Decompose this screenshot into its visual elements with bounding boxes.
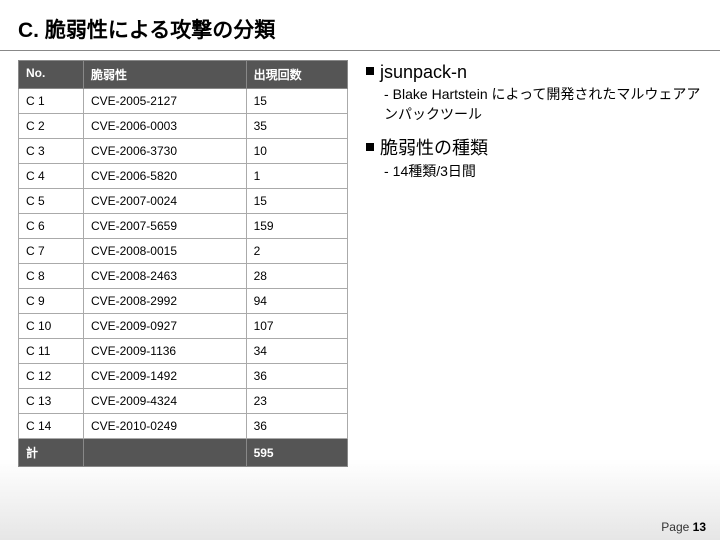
cell-count: 159 bbox=[246, 214, 347, 239]
cell-count: 94 bbox=[246, 289, 347, 314]
cell-count: 2 bbox=[246, 239, 347, 264]
vulnerability-table: No. 脆弱性 出現回数 C 1CVE-2005-212715C 2CVE-20… bbox=[18, 60, 348, 467]
dash-icon: - bbox=[384, 163, 389, 179]
cell-no: C 4 bbox=[19, 164, 84, 189]
table-row: C 5CVE-2007-002415 bbox=[19, 189, 348, 214]
cell-vuln: CVE-2009-4324 bbox=[83, 389, 246, 414]
cell-vuln: CVE-2008-2463 bbox=[83, 264, 246, 289]
bullet-square-icon bbox=[366, 67, 374, 75]
cell-count: 36 bbox=[246, 414, 347, 439]
note-jsunpack-title: jsunpack-n bbox=[366, 62, 702, 83]
page-number: Page 13 bbox=[661, 520, 706, 534]
cell-count: 10 bbox=[246, 139, 347, 164]
note-jsunpack: jsunpack-n -Blake Hartstein によって開発されたマルウ… bbox=[366, 62, 702, 124]
notes-panel: jsunpack-n -Blake Hartstein によって開発されたマルウ… bbox=[366, 60, 702, 467]
cell-no: C 11 bbox=[19, 339, 84, 364]
cell-no: C 2 bbox=[19, 114, 84, 139]
cell-no: C 1 bbox=[19, 89, 84, 114]
note-vuln-types-title: 脆弱性の種類 bbox=[366, 134, 702, 160]
cell-vuln: CVE-2010-0249 bbox=[83, 414, 246, 439]
note-vuln-types: 脆弱性の種類 -14種類/3日間 bbox=[366, 134, 702, 182]
cell-count: 1 bbox=[246, 164, 347, 189]
note-vuln-types-sub: -14種類/3日間 bbox=[384, 162, 702, 182]
cell-no: C 14 bbox=[19, 414, 84, 439]
cell-vuln: CVE-2007-0024 bbox=[83, 189, 246, 214]
cell-count: 15 bbox=[246, 89, 347, 114]
table-header-row: No. 脆弱性 出現回数 bbox=[19, 61, 348, 89]
cell-vuln: CVE-2009-1492 bbox=[83, 364, 246, 389]
table-row: C 8CVE-2008-246328 bbox=[19, 264, 348, 289]
cell-no: C 5 bbox=[19, 189, 84, 214]
cell-count: 23 bbox=[246, 389, 347, 414]
total-spacer bbox=[83, 439, 246, 467]
table-row: C 14CVE-2010-024936 bbox=[19, 414, 348, 439]
cell-vuln: CVE-2009-0927 bbox=[83, 314, 246, 339]
cell-no: C 8 bbox=[19, 264, 84, 289]
table-row: C 12CVE-2009-149236 bbox=[19, 364, 348, 389]
cell-count: 107 bbox=[246, 314, 347, 339]
table-panel: No. 脆弱性 出現回数 C 1CVE-2005-212715C 2CVE-20… bbox=[18, 60, 348, 467]
total-value: 595 bbox=[246, 439, 347, 467]
cell-no: C 7 bbox=[19, 239, 84, 264]
cell-no: C 12 bbox=[19, 364, 84, 389]
cell-count: 15 bbox=[246, 189, 347, 214]
table-row: C 9CVE-2008-299294 bbox=[19, 289, 348, 314]
table-total-row: 計 595 bbox=[19, 439, 348, 467]
bullet-square-icon bbox=[366, 143, 374, 151]
cell-count: 35 bbox=[246, 114, 347, 139]
cell-no: C 3 bbox=[19, 139, 84, 164]
table-row: C 10CVE-2009-0927107 bbox=[19, 314, 348, 339]
cell-vuln: CVE-2006-3730 bbox=[83, 139, 246, 164]
table-row: C 3CVE-2006-373010 bbox=[19, 139, 348, 164]
cell-vuln: CVE-2008-2992 bbox=[83, 289, 246, 314]
cell-count: 28 bbox=[246, 264, 347, 289]
col-vuln: 脆弱性 bbox=[83, 61, 246, 89]
table-row: C 2CVE-2006-000335 bbox=[19, 114, 348, 139]
cell-count: 34 bbox=[246, 339, 347, 364]
total-label: 計 bbox=[19, 439, 84, 467]
table-row: C 13CVE-2009-432423 bbox=[19, 389, 348, 414]
cell-vuln: CVE-2005-2127 bbox=[83, 89, 246, 114]
table-row: C 7CVE-2008-00152 bbox=[19, 239, 348, 264]
col-no: No. bbox=[19, 61, 84, 89]
cell-vuln: CVE-2006-5820 bbox=[83, 164, 246, 189]
slide: C. 脆弱性による攻撃の分類 No. 脆弱性 出現回数 C 1CVE-2005-… bbox=[0, 0, 720, 540]
cell-vuln: CVE-2008-0015 bbox=[83, 239, 246, 264]
cell-vuln: CVE-2006-0003 bbox=[83, 114, 246, 139]
col-count: 出現回数 bbox=[246, 61, 347, 89]
cell-vuln: CVE-2007-5659 bbox=[83, 214, 246, 239]
dash-icon: - bbox=[384, 86, 389, 102]
cell-no: C 10 bbox=[19, 314, 84, 339]
cell-count: 36 bbox=[246, 364, 347, 389]
table-row: C 4CVE-2006-58201 bbox=[19, 164, 348, 189]
table-row: C 6CVE-2007-5659159 bbox=[19, 214, 348, 239]
cell-vuln: CVE-2009-1136 bbox=[83, 339, 246, 364]
title-underline bbox=[0, 50, 720, 51]
content-row: No. 脆弱性 出現回数 C 1CVE-2005-212715C 2CVE-20… bbox=[18, 60, 702, 467]
cell-no: C 9 bbox=[19, 289, 84, 314]
slide-title: C. 脆弱性による攻撃の分類 bbox=[18, 14, 702, 48]
table-row: C 1CVE-2005-212715 bbox=[19, 89, 348, 114]
cell-no: C 13 bbox=[19, 389, 84, 414]
table-row: C 11CVE-2009-113634 bbox=[19, 339, 348, 364]
note-jsunpack-sub: -Blake Hartstein によって開発されたマルウェアアンパックツール bbox=[384, 85, 702, 124]
cell-no: C 6 bbox=[19, 214, 84, 239]
